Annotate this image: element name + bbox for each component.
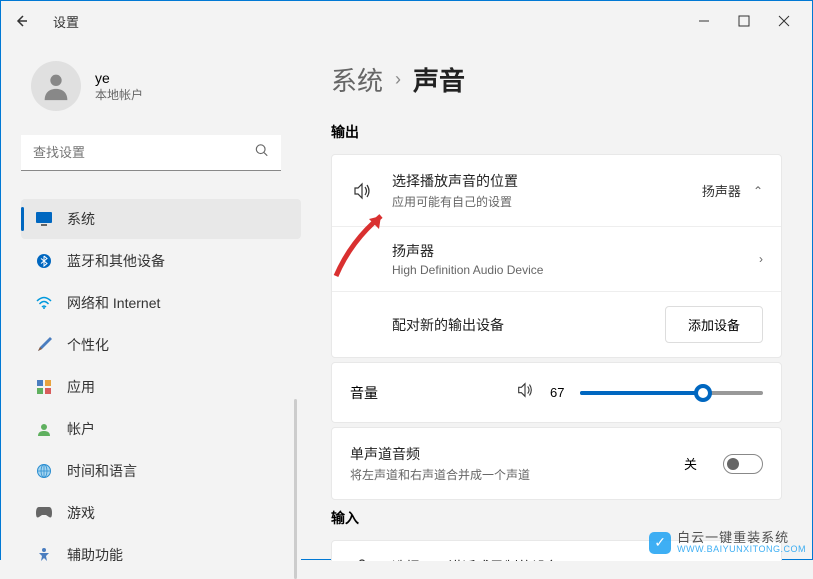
slider-thumb[interactable] bbox=[694, 384, 712, 402]
account-type: 本地帐户 bbox=[95, 86, 143, 103]
nav-item-gaming[interactable]: 游戏 bbox=[21, 493, 301, 533]
close-icon bbox=[778, 15, 790, 27]
watermark-url: WWW.BAIYUNXITONG.COM bbox=[677, 545, 806, 555]
add-device-button[interactable]: 添加设备 bbox=[665, 306, 763, 343]
accessibility-icon bbox=[35, 546, 53, 564]
nav-label: 帐户 bbox=[67, 419, 95, 439]
nav-item-time-language[interactable]: 时间和语言 bbox=[21, 451, 301, 491]
back-button[interactable] bbox=[9, 9, 33, 33]
selected-output-device: 扬声器 bbox=[702, 181, 741, 200]
nav-item-bluetooth[interactable]: 蓝牙和其他设备 bbox=[21, 241, 301, 281]
nav-label: 网络和 Internet bbox=[67, 293, 160, 313]
brush-icon bbox=[35, 336, 53, 354]
minimize-icon bbox=[698, 15, 710, 27]
speaker-sub: High Definition Audio Device bbox=[392, 263, 743, 277]
nav-label: 游戏 bbox=[67, 503, 95, 523]
pair-device-row: 配对新的输出设备 添加设备 bbox=[332, 291, 781, 357]
nav-item-system[interactable]: 系统 bbox=[21, 199, 301, 239]
sidebar: ye 本地帐户 系统 蓝牙和其他设备 网络和 Internet bbox=[1, 41, 301, 561]
maximize-button[interactable] bbox=[736, 13, 752, 29]
output-section-label: 输出 bbox=[331, 122, 782, 142]
nav: 系统 蓝牙和其他设备 网络和 Internet 个性化 应用 帐户 bbox=[21, 199, 301, 575]
speaker-icon bbox=[350, 181, 374, 201]
maximize-icon bbox=[738, 15, 750, 27]
pair-title: 配对新的输出设备 bbox=[392, 315, 649, 335]
minimize-button[interactable] bbox=[696, 13, 712, 29]
user-section[interactable]: ye 本地帐户 bbox=[21, 61, 301, 111]
speaker-title: 扬声器 bbox=[392, 241, 743, 261]
nav-item-personalization[interactable]: 个性化 bbox=[21, 325, 301, 365]
nav-label: 系统 bbox=[67, 209, 95, 229]
volume-value: 67 bbox=[550, 385, 564, 400]
watermark: ✓ 白云一键重装系统 WWW.BAIYUNXITONG.COM bbox=[649, 531, 806, 555]
username: ye bbox=[95, 70, 143, 86]
wifi-icon bbox=[35, 294, 53, 312]
chevron-right-icon: › bbox=[395, 69, 401, 90]
back-arrow-icon bbox=[13, 13, 29, 29]
output-device-card: 选择播放声音的位置 应用可能有自己的设置 扬声器 ⌃ 扬声器 High Defi… bbox=[331, 154, 782, 358]
user-icon bbox=[39, 69, 73, 103]
volume-label: 音量 bbox=[350, 383, 500, 403]
nav-label: 蓝牙和其他设备 bbox=[67, 251, 165, 271]
content: 系统 › 声音 输出 选择播放声音的位置 应用可能有自己的设置 扬声器 ⌃ bbox=[301, 41, 812, 561]
volume-icon bbox=[516, 381, 534, 404]
speaker-device-row[interactable]: 扬声器 High Definition Audio Device › bbox=[332, 226, 781, 291]
chevron-right-icon: › bbox=[759, 252, 763, 266]
window-title: 设置 bbox=[53, 12, 79, 31]
nav-item-network[interactable]: 网络和 Internet bbox=[21, 283, 301, 323]
search-input[interactable] bbox=[21, 135, 281, 171]
chevron-up-icon: ⌃ bbox=[753, 184, 763, 198]
nav-label: 个性化 bbox=[67, 335, 109, 355]
display-icon bbox=[35, 210, 53, 228]
output-select-title: 选择播放声音的位置 bbox=[392, 171, 684, 191]
input-select-title: 选择用于讲话或录制的设备 bbox=[392, 557, 763, 561]
gamepad-icon bbox=[35, 504, 53, 522]
watermark-text: 白云一键重装系统 bbox=[677, 531, 806, 545]
globe-icon bbox=[35, 462, 53, 480]
search-icon bbox=[255, 144, 269, 163]
avatar bbox=[31, 61, 81, 111]
account-icon bbox=[35, 420, 53, 438]
nav-item-accounts[interactable]: 帐户 bbox=[21, 409, 301, 449]
select-output-row[interactable]: 选择播放声音的位置 应用可能有自己的设置 扬声器 ⌃ bbox=[332, 155, 781, 226]
bluetooth-icon bbox=[35, 252, 53, 270]
apps-icon bbox=[35, 378, 53, 396]
breadcrumb: 系统 › 声音 bbox=[331, 61, 782, 98]
nav-label: 辅助功能 bbox=[67, 545, 123, 565]
input-section-label: 输入 bbox=[331, 508, 782, 528]
breadcrumb-parent[interactable]: 系统 bbox=[331, 61, 383, 98]
mono-audio-card: 单声道音频 将左声道和右声道合并成一个声道 关 bbox=[331, 427, 782, 500]
nav-label: 应用 bbox=[67, 377, 95, 397]
watermark-logo: ✓ bbox=[649, 532, 671, 554]
nav-label: 时间和语言 bbox=[67, 461, 137, 481]
mono-title: 单声道音频 bbox=[350, 444, 668, 464]
sidebar-scrollbar[interactable] bbox=[294, 399, 297, 579]
nav-item-apps[interactable]: 应用 bbox=[21, 367, 301, 407]
volume-slider[interactable] bbox=[580, 391, 763, 395]
page-title: 声音 bbox=[413, 61, 465, 98]
volume-card: 音量 67 bbox=[331, 362, 782, 423]
mono-sub: 将左声道和右声道合并成一个声道 bbox=[350, 466, 668, 483]
mono-toggle[interactable] bbox=[723, 454, 763, 474]
nav-item-accessibility[interactable]: 辅助功能 bbox=[21, 535, 301, 575]
output-select-sub: 应用可能有自己的设置 bbox=[392, 193, 684, 210]
titlebar: 设置 bbox=[1, 1, 812, 41]
mono-state-label: 关 bbox=[684, 454, 697, 473]
close-button[interactable] bbox=[776, 13, 792, 29]
